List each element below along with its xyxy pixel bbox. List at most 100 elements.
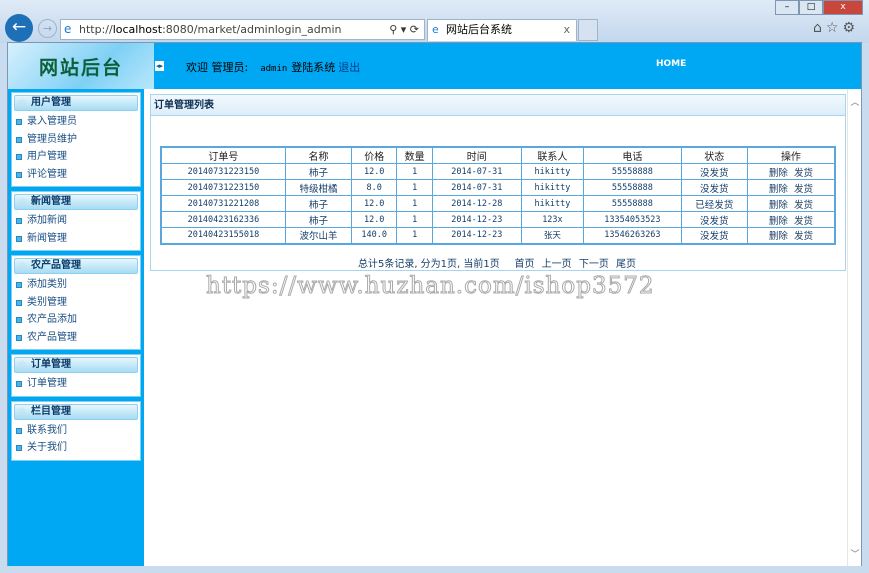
bullet-icon (16, 334, 22, 341)
address-bar[interactable]: e http://localhost:8080/market/adminlogi… (60, 19, 425, 40)
table-cell: 55558888 (583, 195, 682, 212)
column-header: 价格 (351, 146, 398, 164)
new-tab-button[interactable] (578, 19, 598, 41)
next-page-link[interactable]: 下一页 (579, 259, 609, 270)
table-cell: 2014-07-31 (431, 163, 522, 180)
table-cell: 没发货 (680, 211, 748, 228)
sidebar: ☆ 用户管理 录入管理员 管理员维护 用户管理 评论管理 ☆ 新闻管理 添加新闻 新闻管理 ☆ 农产品… (8, 89, 144, 566)
minimize-button[interactable]: – (775, 0, 799, 15)
table-cell: 已经发货 (680, 195, 748, 212)
delete-link[interactable]: 删除 (769, 168, 788, 179)
table-row: 20140731223150 特级柑橘 8.0 1 2014-07-31 hikitty 5… (160, 179, 836, 196)
table-row: 20140731221208 柿子 12.0 1 2014-12-28 hikitty 55… (160, 195, 836, 212)
first-page-link[interactable]: 首页 (514, 259, 534, 270)
header: 网站后台 ◂▸ 欢迎 管理员: admin 登陆系统 退出 HOME (8, 43, 861, 89)
home-link[interactable]: HOME (656, 59, 686, 69)
sidebar-group: ☆ 用户管理录入管理员 管理员维护 用户管理 评论管理 (11, 92, 141, 187)
table-row: 20140731223150 柿子 12.0 1 2014-07-31 hikitty 55… (160, 163, 836, 180)
table-cell: 2014-12-23 (431, 227, 522, 244)
table-cell: 没发货 (680, 163, 748, 180)
ship-link[interactable]: 发货 (794, 184, 813, 195)
search-refresh-icons[interactable]: ⚲ ▾ ⟳ (389, 20, 419, 39)
bullet-icon (16, 381, 22, 387)
actions-cell: 删除 发货 (746, 211, 836, 228)
maximize-button[interactable]: □ (799, 0, 823, 15)
sidebar-item[interactable]: 新闻管理 (14, 230, 138, 248)
ie-icon: e (432, 23, 439, 36)
column-header: 数量 (396, 146, 433, 164)
tab-close-icon[interactable]: x (563, 20, 570, 40)
back-button[interactable]: ← (5, 14, 33, 42)
table-cell: 特级柑橘 (284, 179, 353, 196)
bullet-icon (16, 427, 22, 434)
table-cell: 1 (396, 211, 433, 228)
sidebar-toggle-icon[interactable]: ◂▸ (155, 61, 164, 71)
ship-link[interactable]: 发货 (794, 200, 813, 211)
forward-button[interactable]: → (38, 19, 57, 38)
column-header: 联系人 (520, 146, 585, 164)
bullet-icon (16, 136, 22, 143)
sidebar-item[interactable]: 录入管理员 (14, 113, 138, 131)
delete-link[interactable]: 删除 (769, 184, 788, 195)
table-cell: 2014-12-28 (431, 195, 522, 212)
ship-link[interactable]: 发货 (794, 168, 813, 179)
close-window-button[interactable]: x (823, 0, 863, 15)
star-icon: ☆ (17, 96, 27, 109)
sidebar-group-header[interactable]: ☆ 农产品管理 (14, 258, 138, 274)
table-cell: hikitty (520, 195, 585, 212)
gear-icon[interactable]: ⚙ (842, 20, 859, 36)
welcome-text: 欢迎 管理员: admin 登陆系统 退出 (186, 61, 361, 74)
table-cell: 张天 (520, 227, 585, 244)
star-icon[interactable]: ☆ (826, 20, 843, 36)
column-header: 时间 (431, 146, 522, 164)
sidebar-group-header[interactable]: ☆ 栏目管理 (14, 403, 138, 420)
sidebar-item[interactable]: 添加新闻 (14, 212, 138, 230)
table-cell: 没发货 (680, 179, 748, 196)
column-header: 订单号 (160, 146, 286, 164)
column-header: 状态 (680, 146, 748, 164)
last-page-link[interactable]: 尾页 (616, 259, 636, 270)
ship-link[interactable]: 发货 (794, 231, 813, 242)
sidebar-group: ☆ 订单管理订单管理 (11, 354, 141, 397)
table-cell: 55558888 (583, 179, 682, 196)
panel-title: 订单管理列表 (151, 95, 845, 116)
sidebar-item[interactable]: 关于我们 (14, 439, 138, 457)
table-cell: 波尔山羊 (284, 227, 353, 244)
sidebar-group-header[interactable]: ☆ 订单管理 (14, 357, 138, 373)
table-cell: 2014-12-23 (431, 211, 522, 228)
tab-admin[interactable]: e 网站后台系统 x (427, 19, 577, 41)
sidebar-item[interactable]: 管理员维护 (14, 131, 138, 149)
logout-link[interactable]: 退出 (338, 61, 360, 74)
bullet-icon (16, 119, 22, 125)
sidebar-item[interactable]: 用户管理 (14, 148, 138, 166)
delete-link[interactable]: 删除 (769, 216, 788, 227)
ship-link[interactable]: 发货 (794, 216, 813, 227)
scrollbar[interactable]: ︿ ﹀ (847, 89, 861, 566)
sidebar-item[interactable]: 农产品添加 (14, 311, 138, 329)
delete-link[interactable]: 删除 (769, 231, 788, 242)
table-cell: 1 (396, 163, 433, 180)
table-cell: 12.0 (351, 163, 398, 180)
sidebar-group-header[interactable]: ☆ 新闻管理 (14, 194, 138, 210)
delete-link[interactable]: 删除 (769, 200, 788, 211)
sidebar-item[interactable]: 农产品管理 (14, 329, 138, 347)
sidebar-group-header[interactable]: ☆ 用户管理 (14, 95, 138, 111)
table-cell: 13354053523 (583, 211, 682, 228)
sidebar-item[interactable]: 类别管理 (14, 294, 138, 312)
sidebar-item[interactable]: 添加类别 (14, 276, 138, 294)
prev-page-link[interactable]: 上一页 (542, 259, 572, 270)
bullet-icon (16, 282, 22, 288)
sidebar-item[interactable]: 订单管理 (14, 375, 138, 393)
home-icon[interactable]: ⌂ (813, 20, 826, 36)
column-header: 电话 (583, 146, 682, 164)
table-cell: 柿子 (284, 163, 353, 180)
sidebar-item[interactable]: 评论管理 (14, 166, 138, 184)
pagination: 总计5条记录, 分为1页, 当前1页 首页 上一页 下一页 尾页 (357, 259, 637, 270)
actions-cell: 删除 发货 (746, 227, 836, 244)
sidebar-group: ☆ 栏目管理联系我们 关于我们 (11, 400, 141, 461)
bullet-icon (16, 235, 22, 242)
table-cell: hikitty (520, 179, 585, 196)
sidebar-item[interactable]: 联系我们 (14, 422, 138, 440)
actions-cell: 删除 发货 (746, 195, 836, 212)
star-icon: ☆ (17, 358, 27, 371)
